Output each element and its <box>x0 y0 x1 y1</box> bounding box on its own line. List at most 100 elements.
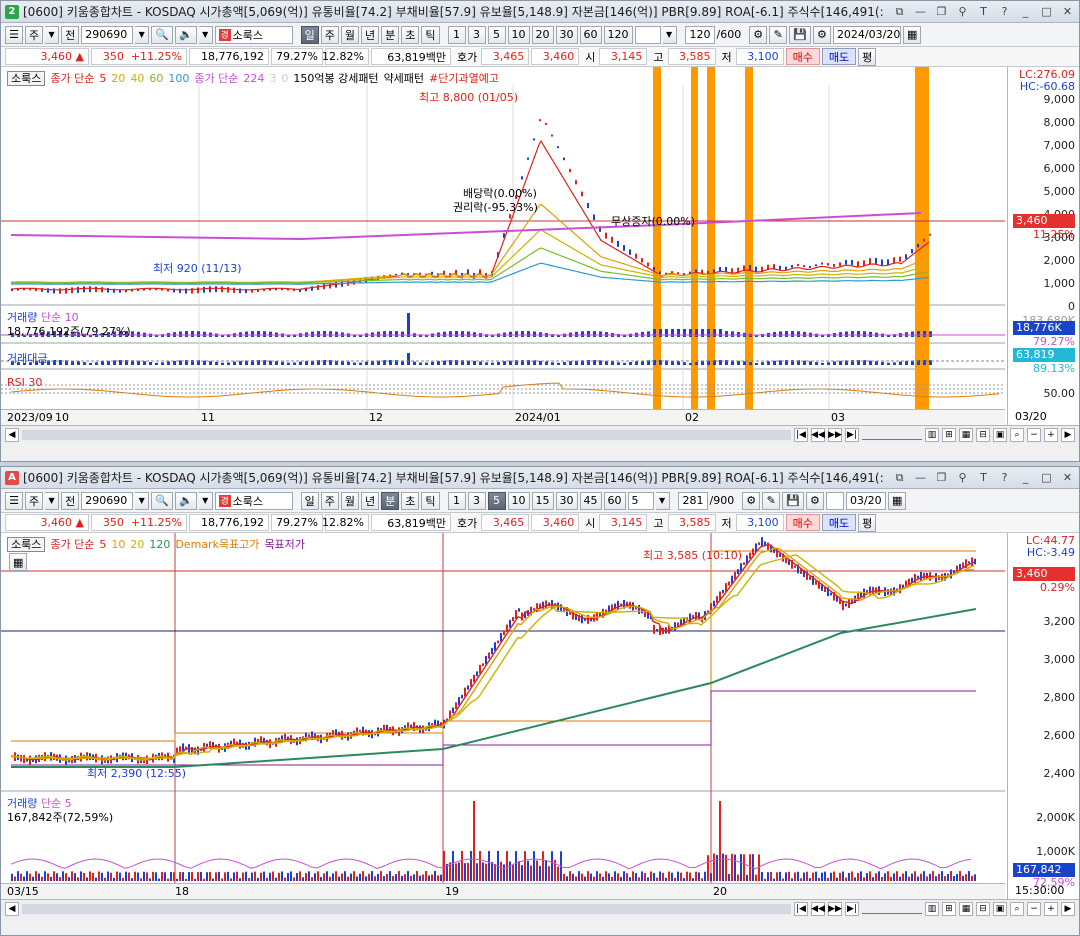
layout-icon[interactable]: ▥ <box>925 901 939 916</box>
chevron-down-icon[interactable]: ▼ <box>135 491 150 510</box>
period-minute[interactable]: 분 <box>381 491 400 510</box>
split-icon[interactable]: ⊞ <box>942 427 956 442</box>
tile-icon[interactable]: ⊟ <box>976 427 990 442</box>
date-input[interactable]: 03/20 <box>845 491 886 510</box>
stock-code-input[interactable]: 290690 <box>81 25 134 44</box>
buy-button[interactable]: 매수 <box>785 514 820 531</box>
calendar-icon[interactable]: ▦ <box>887 491 907 510</box>
period-month[interactable]: 월 <box>340 25 360 44</box>
grid-icon[interactable]: ▦ <box>959 427 973 442</box>
interval-45[interactable]: 45 <box>579 491 602 510</box>
daily-price-chart[interactable] <box>1 67 1005 425</box>
plus-icon[interactable]: + <box>1044 427 1058 442</box>
stock-name-field[interactable]: 경 소룩스 <box>214 25 293 44</box>
prev-icon[interactable]: ◀◀ <box>811 901 825 916</box>
scroll-track[interactable] <box>22 429 791 440</box>
chevron-down-icon[interactable]: ▼ <box>655 491 670 510</box>
interval-5[interactable]: 5 <box>487 491 506 510</box>
restore-icon[interactable]: ❐ <box>934 470 949 485</box>
date-input[interactable]: 2024/03/20 <box>832 25 901 44</box>
scroll-track[interactable] <box>22 903 791 914</box>
close-icon[interactable]: ✕ <box>1060 470 1075 485</box>
minute-y-axis[interactable]: LC:44.77 HC:-3.49 3,460 0.29% 3,200 3,00… <box>1007 533 1079 899</box>
link-icon[interactable]: ⧉ <box>892 4 907 19</box>
zoom-icon[interactable]: ⌕ <box>1010 427 1024 442</box>
settings-icon[interactable]: ⚙ <box>805 491 824 510</box>
interval-20[interactable]: 20 <box>531 25 554 44</box>
interval-3[interactable]: 3 <box>467 25 486 44</box>
save-icon[interactable]: 💾 <box>782 491 804 510</box>
count-input[interactable]: 120 <box>684 25 715 44</box>
search-icon[interactable]: 🔍 <box>151 25 173 44</box>
speaker-icon[interactable]: 🔈 <box>174 491 197 510</box>
daily-y-axis[interactable]: LC:276.09 HC:-60.68 9,000 8,000 7,000 6,… <box>1007 67 1079 425</box>
split-icon[interactable]: ⊞ <box>942 901 956 916</box>
scroll-left-icon[interactable]: ◀ <box>5 427 19 442</box>
stock-name-field[interactable]: 경 소룩스 <box>214 491 293 510</box>
search-icon[interactable]: 🔍 <box>151 491 173 510</box>
help-icon[interactable]: ? <box>997 470 1012 485</box>
period-week[interactable]: 주 <box>320 491 339 510</box>
help-icon[interactable]: ? <box>997 4 1012 19</box>
chevron-down-icon[interactable]: ▼ <box>198 491 213 510</box>
indicator-icon[interactable]: ⚙ <box>749 25 768 44</box>
text-icon[interactable]: T <box>976 4 991 19</box>
minus-icon[interactable]: − <box>1027 427 1041 442</box>
interval-30[interactable]: 30 <box>555 25 578 44</box>
period-month[interactable]: 월 <box>340 491 360 510</box>
sell-button[interactable]: 매도 <box>821 48 857 65</box>
next-icon[interactable]: ▶▶ <box>828 901 842 916</box>
date-checkbox[interactable] <box>825 491 844 510</box>
daily-chart-area[interactable]: 소룩스 종가 단순 5 20 40 60 100 종가 단순 224 3 0 1… <box>1 67 1079 443</box>
restore-icon[interactable]: ❐ <box>934 4 949 19</box>
window-min-button[interactable]: _ <box>1018 4 1033 19</box>
count-input[interactable]: 281 <box>677 491 708 510</box>
window-icon[interactable]: ▣ <box>993 427 1007 442</box>
prev-icon[interactable]: ◀◀ <box>811 427 825 442</box>
title-bar[interactable]: A [0600] 키움종합차트 - KOSDAQ 시가총액[5,069(억)] … <box>1 467 1079 489</box>
window-max-button[interactable]: □ <box>1039 470 1054 485</box>
link-icon[interactable]: ⧉ <box>892 470 907 485</box>
scope-button[interactable]: 전 <box>61 25 80 44</box>
text-icon[interactable]: T <box>976 470 991 485</box>
interval-input[interactable] <box>634 25 661 44</box>
chevron-down-icon[interactable]: ▼ <box>198 25 213 44</box>
type-select[interactable]: 주 <box>25 25 44 44</box>
stock-code-input[interactable]: 290690 <box>81 491 134 510</box>
buy-button[interactable]: 매수 <box>785 48 820 65</box>
chevron-down-icon[interactable]: ▼ <box>45 25 60 44</box>
zoom-icon[interactable]: ⌕ <box>1010 901 1024 916</box>
period-minute[interactable]: 분 <box>381 25 400 44</box>
interval-1[interactable]: 1 <box>447 25 466 44</box>
minus-icon[interactable]: − <box>1027 901 1041 916</box>
minute-price-chart[interactable] <box>1 533 1005 899</box>
grid-toggle-icon[interactable]: ▦ <box>9 553 28 571</box>
speaker-icon[interactable]: 🔈 <box>174 25 197 44</box>
plus-icon[interactable]: + <box>1044 901 1058 916</box>
chevron-down-icon[interactable]: ▼ <box>45 491 60 510</box>
window-max-button[interactable]: □ <box>1039 4 1054 19</box>
period-day[interactable]: 일 <box>300 491 319 510</box>
interval-3[interactable]: 3 <box>467 491 486 510</box>
period-day[interactable]: 일 <box>300 25 319 44</box>
interval-10[interactable]: 10 <box>507 491 530 510</box>
interval-5[interactable]: 5 <box>487 25 506 44</box>
chevron-down-icon[interactable]: ▼ <box>662 25 677 44</box>
period-year[interactable]: 년 <box>361 25 380 44</box>
interval-10[interactable]: 10 <box>507 25 530 44</box>
scope-button[interactable]: 전 <box>61 491 80 510</box>
interval-15[interactable]: 15 <box>531 491 554 510</box>
scroll-right-icon[interactable]: ▶ <box>1061 427 1075 442</box>
last-icon[interactable]: ▶| <box>845 427 859 442</box>
period-tick[interactable]: 틱 <box>421 25 440 44</box>
minute-scrollbar[interactable]: ◀ |◀ ◀◀ ▶▶ ▶| ▥ ⊞ ▦ ⊟ ▣ ⌕ − + ▶ <box>1 899 1079 917</box>
next-icon[interactable]: ▶▶ <box>828 427 842 442</box>
period-year[interactable]: 년 <box>361 491 380 510</box>
indicator-icon[interactable]: ⚙ <box>742 491 761 510</box>
zoom-slider[interactable] <box>862 904 922 914</box>
minimize-icon[interactable]: — <box>913 4 928 19</box>
minute-chart-area[interactable]: 소룩스 종가 단순 5 10 20 120 Demark목표고가 목표저가 ▦ … <box>1 533 1079 917</box>
interval-120[interactable]: 120 <box>603 25 633 44</box>
menu-icon[interactable]: ☰ <box>5 491 23 510</box>
grid-icon[interactable]: ▦ <box>959 901 973 916</box>
